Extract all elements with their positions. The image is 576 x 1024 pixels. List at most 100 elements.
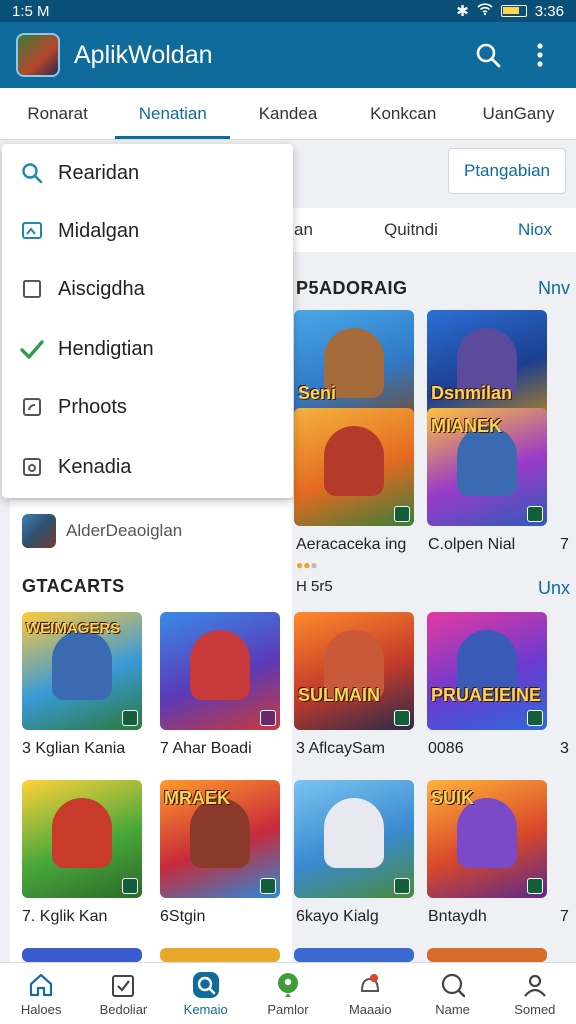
chip-left[interactable]: an xyxy=(294,220,313,240)
section-header-2: Unx xyxy=(296,578,570,599)
card-caption: Bntaydh xyxy=(428,908,487,925)
more-options-button[interactable] xyxy=(520,35,560,75)
filter-button[interactable]: Ptangabian xyxy=(448,148,566,194)
section-more-link[interactable]: Nnv xyxy=(538,278,570,299)
nav-item-checklist[interactable]: Bedoliar xyxy=(82,963,164,1024)
menu-item-label: Kenadia xyxy=(58,455,132,478)
nav-item-chat[interactable]: Name xyxy=(411,963,493,1024)
nav-label: Pamlor xyxy=(267,1002,309,1017)
chip-bar: an Quitndi Niox xyxy=(292,208,576,252)
game-card[interactable]: MRAEK xyxy=(160,780,280,898)
section-title: P5ADORAIG xyxy=(296,278,408,298)
card-caption: 6kayo Kialg xyxy=(296,908,379,925)
status-bar: 1:5 M ✱ 3:36 xyxy=(0,0,576,22)
menu-item-photos[interactable]: Prhoots xyxy=(2,378,293,436)
card-title: WEIMAGERS xyxy=(26,620,121,637)
chip-middle[interactable]: Quitndi xyxy=(384,220,438,240)
home-icon xyxy=(26,970,56,1000)
avatar xyxy=(22,514,56,548)
tab-2[interactable]: Kandea xyxy=(230,88,345,139)
menu-item-gallery[interactable]: Midalgan xyxy=(2,202,293,260)
badge-icon xyxy=(527,710,543,726)
game-card-partial[interactable] xyxy=(294,948,414,962)
game-card[interactable]: SUIK xyxy=(427,780,547,898)
card-caption: 6Stgin xyxy=(160,908,206,925)
section-more-link[interactable]: Unx xyxy=(538,578,570,599)
chip-right[interactable]: Niox xyxy=(518,220,552,240)
game-card[interactable]: SULMAIN xyxy=(294,612,414,730)
app-bar: AplikWoldan xyxy=(0,22,576,88)
card-caption-partial: 3 xyxy=(560,740,569,757)
badge-icon xyxy=(122,878,138,894)
search-badge-icon xyxy=(191,970,221,1000)
card-caption: 7. Kglik Kan xyxy=(22,908,108,925)
game-card[interactable] xyxy=(294,780,414,898)
rating-stars: ●●● xyxy=(296,558,318,572)
card-art xyxy=(190,630,250,700)
card-caption: 3 AflcaySam xyxy=(296,740,385,757)
nav-item-search[interactable]: Kemaio xyxy=(165,963,247,1024)
checkbox-empty-icon xyxy=(20,277,44,301)
nav-label: Kemaio xyxy=(183,1002,228,1017)
battery-icon xyxy=(500,5,527,17)
menu-item-search[interactable]: Rearidan xyxy=(2,144,293,202)
menu-item-media[interactable]: Kenadia xyxy=(2,438,293,496)
game-card[interactable] xyxy=(22,780,142,898)
status-time: 1:5 M xyxy=(12,2,50,20)
badge-icon xyxy=(394,710,410,726)
tab-3[interactable]: Konkcan xyxy=(346,88,461,139)
badge-icon xyxy=(394,506,410,522)
badge-icon xyxy=(260,710,276,726)
game-card[interactable]: WEIMAGERS xyxy=(22,612,142,730)
card-caption: C.olpen Nial xyxy=(428,536,516,553)
menu-item-label: Aiscigdha xyxy=(58,277,145,300)
right-content: Ptangabian an Quitndi Niox P5ADORAIG Nnv… xyxy=(292,140,576,962)
menu-item-checked[interactable]: Hendigtian xyxy=(2,320,293,378)
search-button[interactable] xyxy=(468,35,508,75)
badge-icon xyxy=(122,710,138,726)
card-title: SUIK xyxy=(431,788,475,808)
nav-item-profile[interactable]: Somed xyxy=(494,963,576,1024)
card-caption: 3 Kglian Kania xyxy=(22,740,126,757)
tab-4[interactable]: UanGany xyxy=(461,88,576,139)
bottom-navigation: Haloes Bedoliar Kemaio Pamlor Maaaio Nam… xyxy=(0,962,576,1024)
nav-item-notifications[interactable]: Maaaio xyxy=(329,963,411,1024)
nav-item-home[interactable]: Haloes xyxy=(0,963,82,1024)
card-caption: 0086 xyxy=(428,740,464,757)
card-art xyxy=(52,798,112,868)
game-card[interactable] xyxy=(160,612,280,730)
dropdown-menu: Rearidan Midalgan Aiscigdha Hendigtian P… xyxy=(2,144,293,498)
tab-bar: Ronarat Nenatian Kandea Konkcan UanGany xyxy=(0,88,576,140)
card-caption-partial: 7 xyxy=(560,908,569,925)
menu-item-label: Hendigtian xyxy=(58,337,154,360)
gallery-icon xyxy=(20,219,44,243)
card-title: Dsnmilan xyxy=(431,383,513,403)
badge-icon xyxy=(527,878,543,894)
game-card-partial[interactable] xyxy=(22,948,142,962)
search-icon xyxy=(20,161,44,185)
nav-label: Maaaio xyxy=(348,1002,392,1017)
bluetooth-icon: ✱ xyxy=(456,3,469,20)
game-card-partial[interactable] xyxy=(160,948,280,962)
game-card[interactable] xyxy=(294,408,414,526)
tab-1[interactable]: Nenatian xyxy=(115,88,231,139)
card-title: SULMAIN xyxy=(298,685,380,705)
card-art xyxy=(324,426,384,496)
status-icons: ✱ 3:36 xyxy=(456,2,564,21)
notification-icon xyxy=(355,970,385,1000)
nav-label: Somed xyxy=(514,1002,556,1017)
card-caption: 7 Ahar Boadi xyxy=(160,740,252,757)
section-header: P5ADORAIG Nnv xyxy=(296,278,570,299)
game-card[interactable]: PRUAEIEINE xyxy=(427,612,547,730)
nav-item-location[interactable]: Pamlor xyxy=(247,963,329,1024)
battery-text: 3:36 xyxy=(534,2,564,20)
card-caption: Aeracaceka ing xyxy=(296,536,407,553)
game-card-partial[interactable] xyxy=(427,948,547,962)
game-card[interactable]: MIANEK xyxy=(427,408,547,526)
nav-label: Haloes xyxy=(20,1002,62,1017)
menu-item-checkbox[interactable]: Aiscigdha xyxy=(2,260,293,318)
checklist-icon xyxy=(108,970,138,1000)
check-icon xyxy=(20,337,44,361)
left-panel-heading: AlderDeaoiglan xyxy=(66,521,183,540)
tab-0[interactable]: Ronarat xyxy=(0,88,115,139)
